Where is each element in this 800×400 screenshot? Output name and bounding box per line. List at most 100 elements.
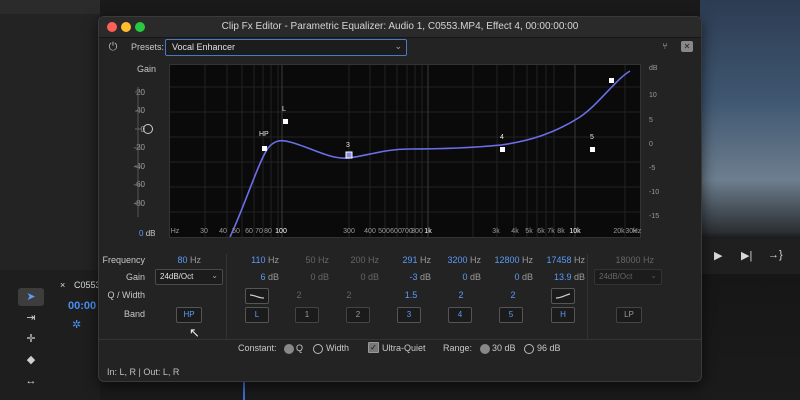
- eq-response-graph[interactable]: HP L 3 4 5: [169, 64, 641, 238]
- band-3-frequency-value: 291: [402, 255, 418, 265]
- master-gain-knob[interactable]: [143, 124, 153, 134]
- band-handle-4: [500, 147, 505, 152]
- band-toggle-3[interactable]: 3: [397, 307, 421, 323]
- band-l-gain[interactable]: 6 dB: [227, 272, 279, 282]
- hp-slope-dropdown[interactable]: 24dB/Oct ⌄: [155, 269, 223, 285]
- master-gain-readout[interactable]: 0 dB: [139, 229, 155, 238]
- master-gain-slider[interactable]: [135, 87, 141, 217]
- band-h-gain-unit: dB: [573, 272, 585, 282]
- freq-tick: 6k: [537, 228, 545, 235]
- step-forward-button[interactable]: ▶|: [741, 249, 752, 262]
- band-2-frequency[interactable]: 200 Hz: [327, 255, 379, 265]
- lp-frequency-unit: Hz: [643, 255, 654, 265]
- freq-tick: 1k: [424, 228, 432, 235]
- timeline-timecode[interactable]: 00:00: [68, 300, 96, 312]
- band-3-frequency[interactable]: 291 Hz: [379, 255, 431, 265]
- q-width-row-label: Q / Width: [107, 290, 145, 300]
- db-tick: 0: [649, 141, 653, 148]
- hp-frequency[interactable]: 80 Hz: [157, 255, 201, 265]
- band-3-gain-value: -3: [409, 272, 418, 282]
- presets-value: Vocal Enhancer: [172, 42, 236, 52]
- freq-tick: 7k: [547, 228, 555, 235]
- presets-dropdown[interactable]: Vocal Enhancer ⌄: [165, 39, 407, 56]
- range-96db-label: 96 dB: [537, 343, 561, 353]
- play-button[interactable]: ▶: [714, 249, 722, 262]
- band-handle-5: [590, 147, 595, 152]
- freq-tick: 70: [255, 228, 263, 235]
- snap-icon[interactable]: ✲: [72, 318, 81, 331]
- frequency-row-label: Frequency: [102, 255, 145, 265]
- band-handle-h: [609, 78, 614, 83]
- band-toggle-4[interactable]: 4: [448, 307, 472, 323]
- band-toggle-h[interactable]: H: [551, 307, 575, 323]
- constant-q-radio[interactable]: [284, 344, 294, 354]
- band-4-q[interactable]: 2: [439, 290, 483, 300]
- low-shelf-shape-button[interactable]: [245, 288, 269, 304]
- range-30db-radio[interactable]: [480, 344, 490, 354]
- band-5-q[interactable]: 2: [491, 290, 535, 300]
- timeline-tab[interactable]: C0553: [74, 280, 101, 290]
- band-toggle-1[interactable]: 1: [295, 307, 319, 323]
- lp-slope-dropdown[interactable]: 24dB/Oct ⌄: [594, 269, 662, 285]
- band-h-gain-value: 13.9: [553, 272, 572, 282]
- chevron-down-icon: ⌄: [394, 41, 402, 51]
- band-h-frequency[interactable]: 17458 Hz: [533, 255, 585, 265]
- band-h-gain[interactable]: 13.9 dB: [533, 272, 585, 282]
- db-axis-unit: dB: [649, 65, 658, 72]
- freq-tick: 80: [264, 228, 272, 235]
- band-3-gain[interactable]: -3 dB: [379, 272, 431, 282]
- hp-frequency-value: 80: [177, 255, 188, 265]
- band-2-q[interactable]: 2: [327, 290, 371, 300]
- db-tick: -5: [649, 165, 656, 172]
- constant-q-label: Q: [296, 343, 304, 353]
- band-5-frequency-unit: Hz: [522, 255, 533, 265]
- constant-width-radio[interactable]: [313, 344, 323, 354]
- gain-row-label: Gain: [125, 272, 145, 282]
- razor-tool-icon[interactable]: ◆: [18, 351, 44, 369]
- band-4-gain[interactable]: 0 dB: [429, 272, 481, 282]
- freq-tick: 8k: [557, 228, 565, 235]
- power-icon[interactable]: ⏻: [107, 41, 119, 53]
- freq-tick: 3k: [492, 228, 500, 235]
- band-toggle-lp[interactable]: LP: [616, 307, 642, 323]
- band-5-gain-value: 0: [514, 272, 520, 282]
- master-gain-value: 0: [139, 229, 144, 238]
- range-96db-radio[interactable]: [524, 344, 534, 354]
- slip-tool-icon[interactable]: ↔: [18, 372, 44, 390]
- go-to-out-button[interactable]: →}: [768, 249, 783, 261]
- band-3-q[interactable]: 1.5: [389, 290, 433, 300]
- selection-tool-icon[interactable]: ➤: [18, 288, 44, 306]
- track-select-tool-icon[interactable]: ⇥: [18, 309, 44, 327]
- band-l-frequency[interactable]: 110 Hz: [227, 255, 279, 265]
- chevron-down-icon: ⌄: [650, 271, 657, 280]
- band-toggle-hp[interactable]: HP: [176, 307, 202, 323]
- hp-slope-value: 24dB/Oct: [160, 272, 194, 281]
- timeline-tab-close[interactable]: ×: [60, 280, 65, 290]
- band-5-frequency[interactable]: 12800 Hz: [481, 255, 533, 265]
- reset-icon[interactable]: ✕: [681, 41, 693, 52]
- band-1-frequency[interactable]: 50 Hz: [277, 255, 329, 265]
- band-handle-hp: [262, 146, 267, 151]
- band-l-gain-value: 6: [260, 272, 266, 282]
- band-toggle-2[interactable]: 2: [346, 307, 370, 323]
- band-4-frequency[interactable]: 3200 Hz: [429, 255, 481, 265]
- band-1-q[interactable]: 2: [277, 290, 321, 300]
- ultra-quiet-checkbox[interactable]: ✓: [368, 342, 379, 353]
- lp-frequency[interactable]: 18000 Hz: [594, 255, 654, 265]
- band-toggle-l[interactable]: L: [245, 307, 269, 323]
- freq-tick: 4k: [511, 228, 519, 235]
- band-toggle-5[interactable]: 5: [499, 307, 523, 323]
- freq-tick: 40: [219, 228, 227, 235]
- band-2-frequency-value: 200: [350, 255, 366, 265]
- title-bar[interactable]: Clip Fx Editor - Parametric Equalizer: A…: [99, 17, 701, 38]
- channel-routing-icon[interactable]: ⑂: [659, 41, 671, 52]
- band-2-gain-unit: dB: [367, 272, 379, 282]
- high-shelf-shape-button[interactable]: [551, 288, 575, 304]
- range-label: Range:: [443, 343, 473, 353]
- ripple-edit-tool-icon[interactable]: ✛: [18, 330, 44, 348]
- freq-tick: 5k: [525, 228, 533, 235]
- band-1-gain[interactable]: 0 dB: [277, 272, 329, 282]
- band-5-gain[interactable]: 0 dB: [481, 272, 533, 282]
- column-divider: [587, 254, 588, 340]
- band-2-gain[interactable]: 0 dB: [327, 272, 379, 282]
